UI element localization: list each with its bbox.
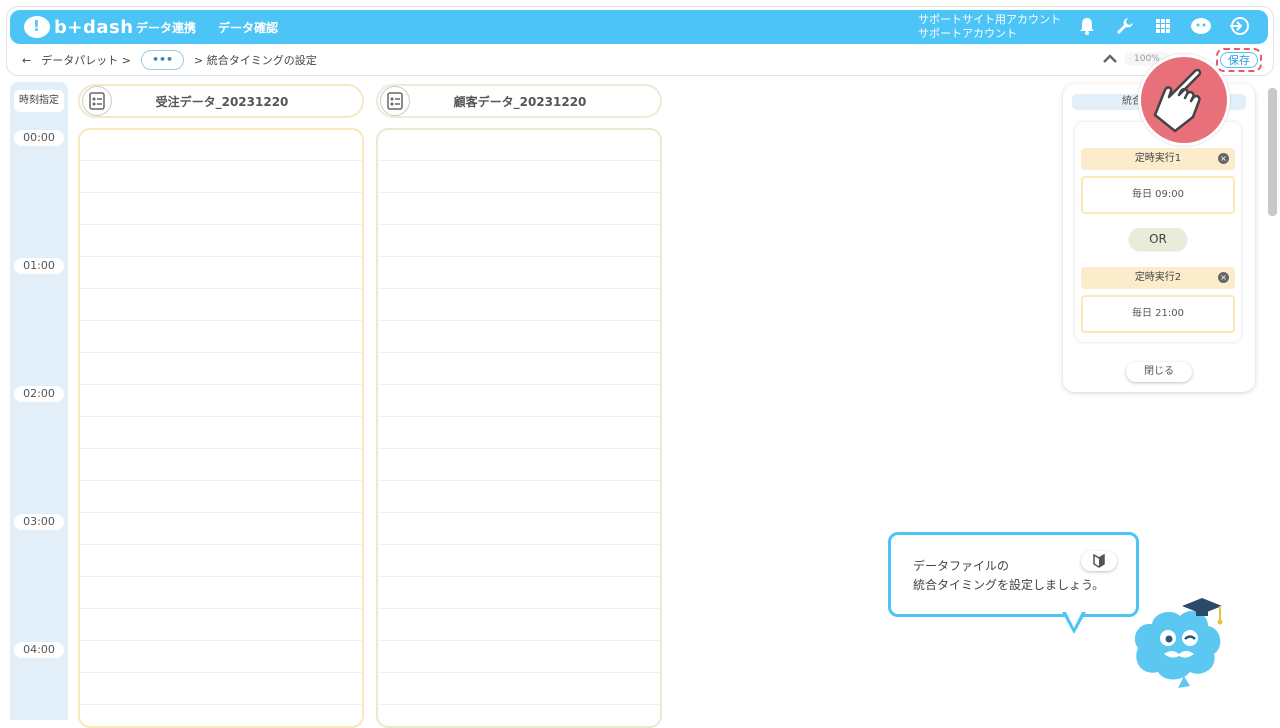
remove-icon[interactable]: ×: [1218, 153, 1229, 164]
schedule-header[interactable]: 定時実行1 ×: [1081, 148, 1235, 170]
breadcrumb-data-palette[interactable]: データパレット >: [41, 52, 131, 68]
document-icon: [82, 86, 112, 116]
chevron-up-icon[interactable]: [1102, 49, 1118, 68]
brand-logo[interactable]: b+dash: [24, 16, 134, 38]
slot-grid-line: [378, 416, 660, 417]
slot-grid-line: [80, 512, 362, 513]
column-title: 受注データ_20231220: [155, 94, 289, 109]
time-tick: 01:00: [14, 258, 64, 274]
document-icon: [380, 86, 410, 116]
column-body-orders[interactable]: [78, 128, 364, 728]
guide-line1: データファイルの: [913, 559, 1010, 573]
slot-grid-line: [378, 256, 660, 257]
wrench-icon[interactable]: [1114, 15, 1136, 37]
slot-grid-line: [80, 160, 362, 161]
slot-grid-line: [80, 320, 362, 321]
slot-grid-line: [80, 640, 362, 641]
time-tick: 00:00: [14, 130, 64, 146]
or-separator: OR: [1129, 228, 1187, 250]
slot-grid-line: [378, 288, 660, 289]
column-body-customers[interactable]: [376, 128, 662, 728]
guide-speech-bubble: データファイルの 統合タイミングを設定しましょう。: [888, 532, 1139, 617]
schedule-time[interactable]: 毎日 21:00: [1081, 295, 1235, 333]
back-arrow-icon[interactable]: ←: [22, 54, 31, 67]
slot-grid-line: [378, 160, 660, 161]
schedule-name: 定時実行2: [1134, 272, 1182, 283]
account-info[interactable]: サポートサイト用アカウント サポートアカウント: [918, 13, 1061, 41]
logo-text: b+dash: [54, 16, 134, 38]
time-tick: 04:00: [14, 642, 64, 658]
schedule-name: 定時実行1: [1134, 153, 1182, 164]
time-tick: 03:00: [14, 514, 64, 530]
bubble-tail-inner: [1066, 612, 1082, 628]
top-nav-bar: b+dash データ連携 データ確認 サポートサイト用アカウント サポートアカウ…: [10, 10, 1268, 44]
slot-grid-line: [80, 672, 362, 673]
slot-grid-line: [80, 224, 362, 225]
slot-grid-line: [80, 480, 362, 481]
breadcrumb-current: > 統合タイミングの設定: [194, 54, 317, 67]
slot-grid-line: [80, 384, 362, 385]
slot-grid-line: [378, 384, 660, 385]
breadcrumb-more-button[interactable]: •••: [140, 50, 185, 70]
mascot-character: [1128, 598, 1228, 693]
nav-data-link[interactable]: データ連携: [136, 19, 196, 36]
slot-grid-line: [80, 352, 362, 353]
slot-grid-line: [378, 224, 660, 225]
slot-grid-line: [80, 608, 362, 609]
beginner-mark-icon[interactable]: [1081, 551, 1117, 571]
account-line1: サポートサイト用アカウント: [918, 13, 1061, 26]
time-tick: 02:00: [14, 386, 64, 402]
close-button[interactable]: 閉じる: [1126, 362, 1192, 382]
logo-bubble-icon: [24, 16, 50, 38]
remove-icon[interactable]: ×: [1218, 272, 1229, 283]
slot-grid-line: [378, 480, 660, 481]
slot-grid-line: [80, 448, 362, 449]
slot-grid-line: [378, 192, 660, 193]
column-header-customers[interactable]: 顧客データ_20231220: [376, 84, 662, 118]
schedule-list: 定時実行1 × 毎日 09:00 OR 定時実行2 × 毎日 21:00: [1075, 122, 1241, 342]
logout-icon[interactable]: [1228, 15, 1250, 37]
slot-grid-line: [80, 256, 362, 257]
slot-grid-line: [378, 320, 660, 321]
grid-menu-icon[interactable]: [1152, 15, 1174, 37]
breadcrumb: ← データパレット > ••• > 統合タイミングの設定: [22, 49, 317, 71]
slot-grid-line: [80, 288, 362, 289]
bell-icon[interactable]: [1076, 15, 1098, 37]
slot-grid-line: [378, 704, 660, 705]
slot-grid-line: [80, 192, 362, 193]
vertical-scrollbar[interactable]: [1268, 88, 1277, 216]
slot-grid-line: [378, 544, 660, 545]
slot-grid-line: [378, 512, 660, 513]
slot-grid-line: [378, 672, 660, 673]
time-spec-header[interactable]: 時刻指定: [14, 90, 64, 112]
account-line2: サポートアカウント: [918, 27, 1017, 40]
nav-data-check[interactable]: データ確認: [218, 19, 278, 36]
slot-grid-line: [80, 704, 362, 705]
slot-grid-line: [378, 608, 660, 609]
slot-grid-line: [378, 448, 660, 449]
slot-grid-line: [378, 352, 660, 353]
slot-grid-line: [378, 640, 660, 641]
schedule-header[interactable]: 定時実行2 ×: [1081, 267, 1235, 289]
slot-grid-line: [80, 416, 362, 417]
support-chat-icon[interactable]: [1190, 15, 1212, 37]
pointer-hand-icon: [1138, 54, 1230, 146]
slot-grid-line: [80, 576, 362, 577]
column-header-orders[interactable]: 受注データ_20231220: [78, 84, 364, 118]
guide-line2: 統合タイミングを設定しましょう。: [913, 578, 1105, 592]
column-title: 顧客データ_20231220: [453, 94, 587, 109]
schedule-time[interactable]: 毎日 09:00: [1081, 176, 1235, 214]
slot-grid-line: [80, 544, 362, 545]
slot-grid-line: [378, 576, 660, 577]
